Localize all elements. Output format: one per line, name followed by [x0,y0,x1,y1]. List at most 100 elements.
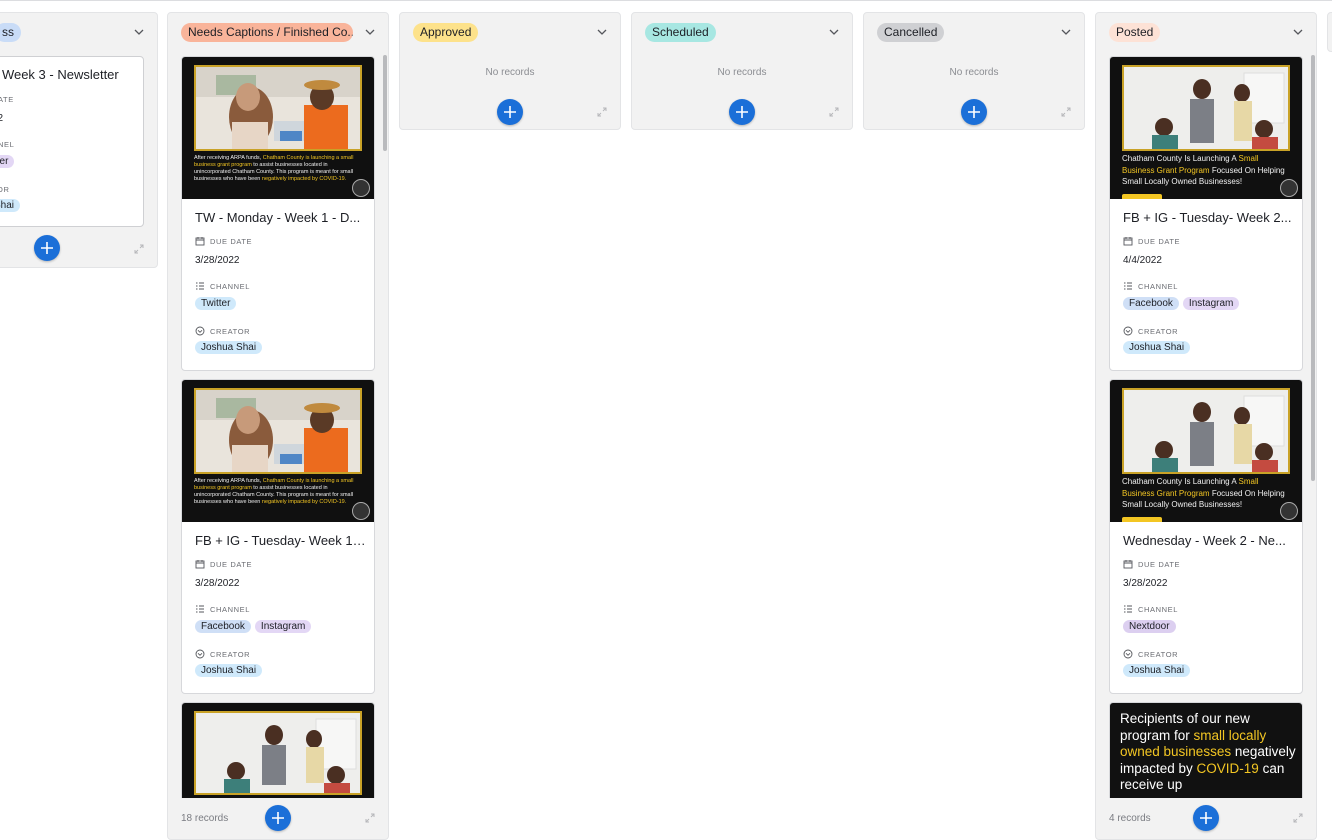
add-record-button[interactable] [729,99,755,125]
creator-tags: Joshua Shai [195,341,263,354]
card-thumbnail: After receiving ARPA funds, Chatham Coun… [182,57,374,199]
channel-label: CHANNEL [195,281,250,291]
card-thumbnail: Chatham County Is Launching A Small Busi… [1110,380,1302,522]
column-status-pill[interactable]: ss [0,23,21,42]
thumbnail-banner [1122,517,1162,522]
due-date-label: DUE DATE [195,236,252,246]
column-status-pill[interactable]: Cancelled [877,23,945,42]
county-seal-icon [1280,502,1298,520]
creator-tags: Joshua Shai [195,664,263,677]
column-scrollbar[interactable] [1311,55,1315,481]
thumbnail-text: Recipients of our new program for small … [1120,711,1296,792]
chevron-circle-icon [1123,326,1133,336]
chevron-down-icon[interactable] [1060,27,1072,37]
calendar-icon [195,237,205,246]
record-card[interactable]: Recipients of our new program for small … [1109,702,1303,798]
due-date-value: 3/28/2022 [195,578,240,589]
add-record-button[interactable] [497,99,523,125]
column-scheduled: Scheduled No records [631,12,853,130]
record-card[interactable]: - Week 3 - Newsletter DATE 22 NNEL tter … [0,56,144,227]
thumbnail-photo [1122,65,1290,151]
calendar-icon [1123,560,1133,569]
chevron-down-icon[interactable] [364,27,376,37]
column-scrollbar[interactable] [383,55,387,151]
expand-icon[interactable] [1061,107,1071,117]
record-card[interactable]: After receiving ARPA funds, Chatham Coun… [181,56,375,371]
creator-tags: Joshua Shai [1123,341,1191,354]
channel-tags: tter [0,155,15,168]
list-icon [196,282,204,290]
channel-tags: Facebook Instagram [1123,297,1240,310]
column-approved: Approved No records [399,12,621,130]
add-record-button[interactable] [961,99,987,125]
expand-icon[interactable] [1293,813,1303,823]
expand-icon[interactable] [829,107,839,117]
creator-tag: Shai [0,199,21,212]
creator-label: CREATOR [195,326,250,336]
chevron-circle-icon [1123,649,1133,659]
add-record-button[interactable] [265,805,291,831]
column-posted: Posted Chatham County Is Launching A Sma… [1095,12,1317,840]
thumbnail-banner [1122,194,1162,199]
channel-tag-facebook: Facebook [195,620,251,633]
column-cancelled: Cancelled No records [863,12,1085,130]
column-needs-captions: Needs Captions / Finished Co... After re… [167,12,389,840]
channel-tag-facebook: Facebook [1123,297,1179,310]
column-header: Posted [1096,13,1316,53]
chevron-down-icon[interactable] [596,27,608,37]
creator-label: CREATOR [1123,326,1178,336]
column-status-pill[interactable]: Posted [1109,23,1161,42]
empty-state-text: No records [949,67,999,78]
chevron-down-icon[interactable] [1292,27,1304,37]
list-icon [1124,282,1132,290]
chevron-down-icon[interactable] [133,27,145,37]
channel-tags: Twitter [195,297,237,310]
county-seal-icon [352,502,370,520]
column-header: Approved [400,13,620,53]
add-record-button[interactable] [1193,805,1219,831]
column-status-pill[interactable]: Scheduled [645,23,716,42]
creator-label: CREATOR [195,649,250,659]
channel-tags: Facebook Instagram [195,620,312,633]
column-header: ss [0,13,157,53]
county-seal-icon [1280,179,1298,197]
record-card[interactable] [181,702,375,798]
empty-state-text: No records [717,67,767,78]
list-icon [1124,605,1132,613]
column-header: Needs Captions / Finished Co... [168,13,388,53]
column-status-pill[interactable]: Needs Captions / Finished Co... [181,23,353,42]
thumbnail-photo [194,388,362,474]
add-record-button[interactable] [34,235,60,261]
thumbnail-caption: After receiving ARPA funds, Chatham Coun… [194,155,354,182]
creator-tags: Joshua Shai [1123,664,1191,677]
card-title: - Week 3 - Newsletter [0,67,119,82]
thumbnail-caption: Chatham County Is Launching A Small Busi… [1122,477,1285,509]
channel-tag: tter [0,155,15,168]
record-count: 4 records [1109,813,1151,824]
creator-label: TOR [0,185,10,194]
due-date-label: DATE [0,95,14,104]
column-status-pill[interactable]: Approved [413,23,479,42]
creator-tags: Shai [0,199,21,212]
record-card[interactable]: Chatham County Is Launching A Small Busi… [1109,56,1303,371]
expand-icon[interactable] [134,244,144,254]
due-date-label: DUE DATE [1123,236,1180,246]
creator-tag: Joshua Shai [195,341,263,354]
channel-label: NNEL [0,140,15,149]
chevron-down-icon[interactable] [828,27,840,37]
calendar-icon [195,560,205,569]
record-card[interactable]: After receiving ARPA funds, Chatham Coun… [181,379,375,694]
chevron-circle-icon [195,649,205,659]
creator-label: CREATOR [1123,649,1178,659]
card-title: Wednesday - Week 2 - Ne... [1123,533,1286,548]
card-title: FB + IG - Tuesday- Week 1 ... [195,533,367,548]
expand-icon[interactable] [365,813,375,823]
due-date-value: 22 [0,113,3,124]
due-date-label: DUE DATE [1123,559,1180,569]
chevron-circle-icon [195,326,205,336]
top-divider [0,0,1332,1]
record-card[interactable]: Chatham County Is Launching A Small Busi… [1109,379,1303,694]
expand-icon[interactable] [597,107,607,117]
creator-tag: Joshua Shai [195,664,263,677]
thumbnail-caption: Chatham County Is Launching A Small Busi… [1122,154,1285,186]
